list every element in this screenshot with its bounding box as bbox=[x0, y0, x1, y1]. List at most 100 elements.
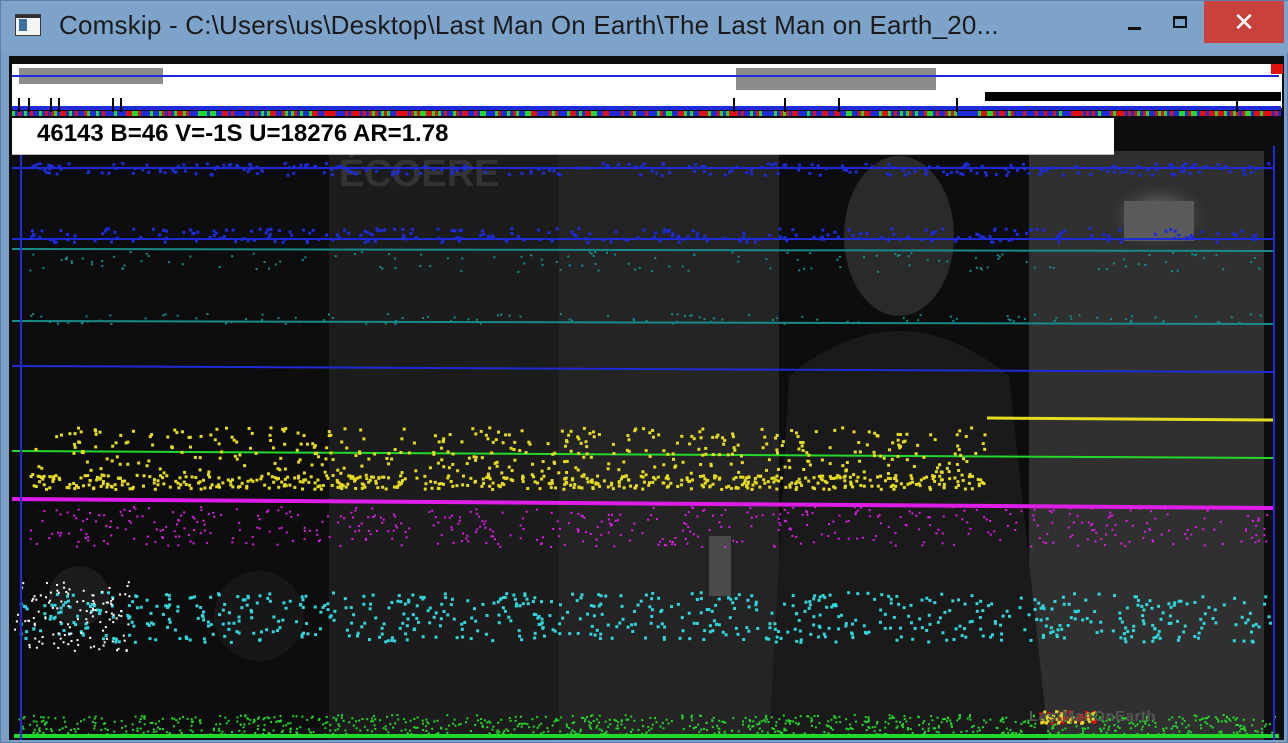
yellow-trace-dot bbox=[585, 476, 589, 480]
cyan-trace-dot bbox=[681, 629, 685, 633]
magenta-trace-dot bbox=[963, 509, 966, 512]
green-trace-dot bbox=[308, 728, 311, 731]
cyan-trace-dot bbox=[606, 623, 610, 627]
cyan-trace-dot bbox=[360, 625, 364, 629]
magenta-trace-dot bbox=[372, 516, 375, 519]
green-trace-dot bbox=[896, 725, 899, 728]
green-trace-dot bbox=[651, 723, 654, 726]
scene-strip-segment bbox=[1272, 111, 1275, 116]
teal-trace-dot bbox=[206, 313, 209, 316]
yellow-trace-dot bbox=[890, 457, 894, 461]
yellow-trace-dot bbox=[843, 479, 847, 483]
yellow-trace-dot bbox=[633, 429, 637, 433]
green-trace-dot bbox=[682, 728, 685, 731]
maximize-button[interactable] bbox=[1157, 1, 1203, 43]
yellow-trace-dot bbox=[586, 480, 590, 484]
yellow-trace-dot bbox=[77, 426, 81, 430]
blue-trace-dot bbox=[454, 237, 458, 241]
green-trace-dot bbox=[598, 728, 601, 731]
yellow-trace-dot bbox=[746, 480, 750, 484]
green-trace-dot bbox=[641, 719, 644, 722]
green-trace-dot bbox=[1134, 725, 1137, 728]
cyan-trace-dot bbox=[384, 640, 388, 644]
green-trace-dot bbox=[631, 728, 634, 731]
title-bar[interactable]: Comskip - C:\Users\us\Desktop\Last Man O… bbox=[1, 1, 1288, 53]
cyan-trace-dot bbox=[223, 634, 227, 638]
blue-trace-dot bbox=[826, 233, 830, 237]
cyan-trace-dot bbox=[880, 593, 884, 597]
yellow-trace-dot bbox=[305, 442, 309, 446]
blue-trace-dot bbox=[654, 231, 658, 235]
blue-trace-dot bbox=[292, 165, 296, 169]
cyan-trace-dot bbox=[981, 634, 985, 638]
yellow-trace-dot bbox=[233, 454, 237, 458]
yellow-trace-dot bbox=[102, 474, 106, 478]
blue-trace-dot bbox=[1063, 229, 1067, 233]
minimize-button[interactable] bbox=[1111, 1, 1157, 43]
yellow-trace-dot bbox=[449, 479, 453, 483]
cyan-trace-dot bbox=[1029, 638, 1033, 642]
blue-trace-dot bbox=[696, 232, 700, 236]
scene-strip-segment bbox=[207, 111, 210, 116]
yellow-trace-dot bbox=[844, 469, 848, 473]
green-trace-dot bbox=[104, 727, 107, 730]
green-trace-dot bbox=[481, 725, 484, 728]
blue-trace-dot bbox=[478, 233, 482, 237]
magenta-trace-dot bbox=[93, 544, 96, 547]
white-trace-dot bbox=[68, 633, 71, 636]
scene-strip-segment bbox=[420, 111, 423, 116]
yellow-trace-dot bbox=[437, 440, 441, 444]
cyan-trace-dot bbox=[132, 624, 136, 628]
green-trace-dot bbox=[766, 731, 769, 734]
scene-strip-segment bbox=[804, 111, 807, 116]
cyan-trace-dot bbox=[319, 610, 323, 614]
comskip-app-icon[interactable] bbox=[15, 14, 41, 36]
scene-strip-segment bbox=[240, 111, 243, 116]
cyan-trace-dot bbox=[252, 631, 256, 635]
teal-trace-dot bbox=[555, 261, 558, 264]
blue-trace-dot bbox=[924, 172, 928, 176]
blue-trace-dot bbox=[354, 172, 358, 176]
yellow-trace-dot bbox=[467, 456, 471, 460]
green-trace-dot bbox=[591, 714, 594, 717]
scene-strip-segment bbox=[213, 111, 216, 116]
blue-trace-dot bbox=[836, 235, 840, 239]
magenta-trace-dot bbox=[1142, 536, 1145, 539]
magenta-trace-dot bbox=[84, 537, 87, 540]
green-trace-dot bbox=[855, 720, 858, 723]
green-trace-dot bbox=[225, 722, 228, 725]
yellow-trace-dot bbox=[174, 479, 178, 483]
blue-trace-dot bbox=[1240, 229, 1244, 233]
close-button[interactable]: ✕ bbox=[1204, 1, 1284, 43]
magenta-trace-dot bbox=[777, 517, 780, 520]
cyan-trace-dot bbox=[255, 601, 259, 605]
yellow-trace-dot bbox=[892, 487, 896, 491]
blue-trace-dot bbox=[956, 236, 960, 240]
yellow-trace-dot bbox=[812, 476, 816, 480]
yellow-trace-dot bbox=[697, 447, 701, 451]
scene-strip-segment bbox=[543, 111, 546, 116]
magenta-trace-dot bbox=[1129, 509, 1132, 512]
green-trace-dot bbox=[63, 720, 66, 723]
green-trace-dot bbox=[336, 728, 339, 731]
scene-strip-segment bbox=[294, 111, 297, 116]
yellow-trace-dot bbox=[889, 485, 893, 489]
cyan-trace-dot bbox=[1089, 620, 1093, 624]
cyan-trace-dot bbox=[1268, 621, 1272, 625]
scene-strip-segment bbox=[24, 111, 27, 116]
magenta-trace-dot bbox=[1087, 521, 1090, 524]
scene-strip-segment bbox=[1167, 111, 1170, 116]
cyan-trace-dot bbox=[747, 629, 751, 633]
cyan-trace-dot bbox=[975, 609, 979, 613]
cyan-trace-dot bbox=[53, 603, 57, 607]
yellow-trace-dot bbox=[965, 460, 969, 464]
yellow-trace-dot bbox=[161, 476, 165, 480]
blue-trace-dot bbox=[1015, 232, 1019, 236]
green-trace-dot bbox=[807, 715, 810, 718]
minimize-icon bbox=[1127, 26, 1141, 30]
yellow-trace-dot bbox=[624, 474, 628, 478]
blue-trace-dot bbox=[1216, 163, 1220, 167]
yellow-trace-dot bbox=[158, 467, 162, 471]
magenta-trace-dot bbox=[256, 514, 259, 517]
cyan-trace-dot bbox=[1008, 614, 1012, 618]
